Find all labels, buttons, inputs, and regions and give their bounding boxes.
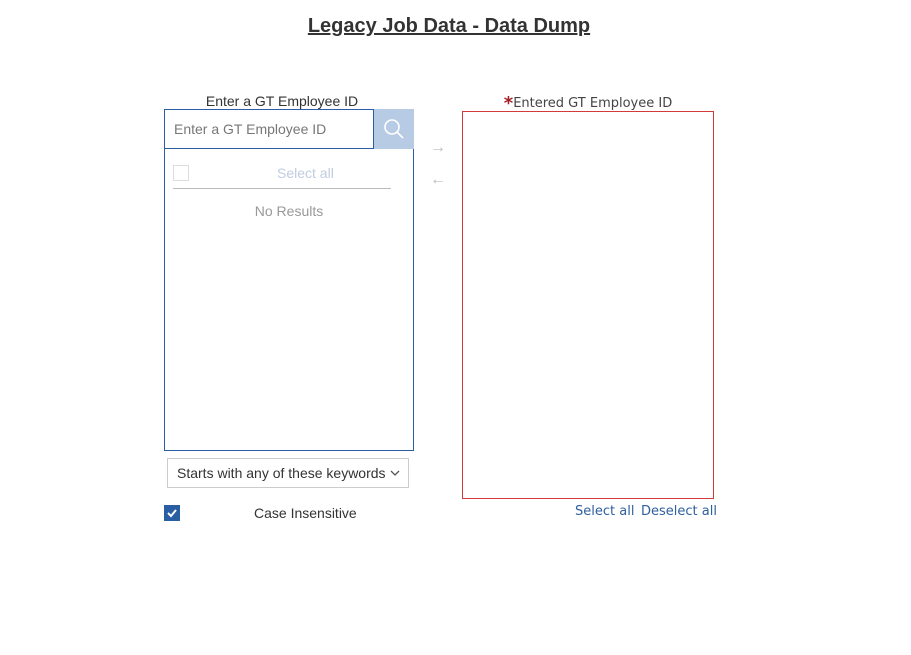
divider bbox=[173, 188, 391, 189]
employee-id-label: Enter a GT Employee ID bbox=[205, 93, 359, 109]
select-all-label: Select all bbox=[277, 165, 334, 181]
page-title: Legacy Job Data - Data Dump bbox=[307, 15, 591, 37]
select-all-link[interactable]: Select all bbox=[575, 504, 634, 519]
case-insensitive-checkbox[interactable] bbox=[164, 505, 180, 521]
checkmark-icon bbox=[167, 509, 177, 518]
chevron-down-icon bbox=[390, 470, 400, 476]
match-mode-select[interactable]: Starts with any of these keywords bbox=[167, 458, 409, 488]
employee-id-search-input[interactable] bbox=[164, 109, 374, 149]
no-results-text: No Results bbox=[254, 203, 324, 219]
search-results-list: Select all No Results bbox=[164, 149, 414, 451]
remove-button[interactable]: ← bbox=[428, 171, 448, 189]
select-all-checkbox[interactable] bbox=[173, 165, 189, 181]
add-button[interactable]: → bbox=[428, 139, 448, 157]
case-insensitive-label: Case Insensitive bbox=[254, 505, 357, 521]
arrow-left-icon: ← bbox=[430, 171, 446, 188]
match-mode-value: Starts with any of these keywords bbox=[177, 465, 386, 481]
entered-ids-label-text: Entered GT Employee ID bbox=[513, 96, 673, 111]
deselect-all-link[interactable]: Deselect all bbox=[641, 504, 717, 519]
search-icon bbox=[384, 119, 404, 139]
search-button[interactable] bbox=[374, 109, 414, 149]
entered-ids-list[interactable] bbox=[462, 111, 714, 499]
arrow-right-icon: → bbox=[430, 139, 446, 156]
